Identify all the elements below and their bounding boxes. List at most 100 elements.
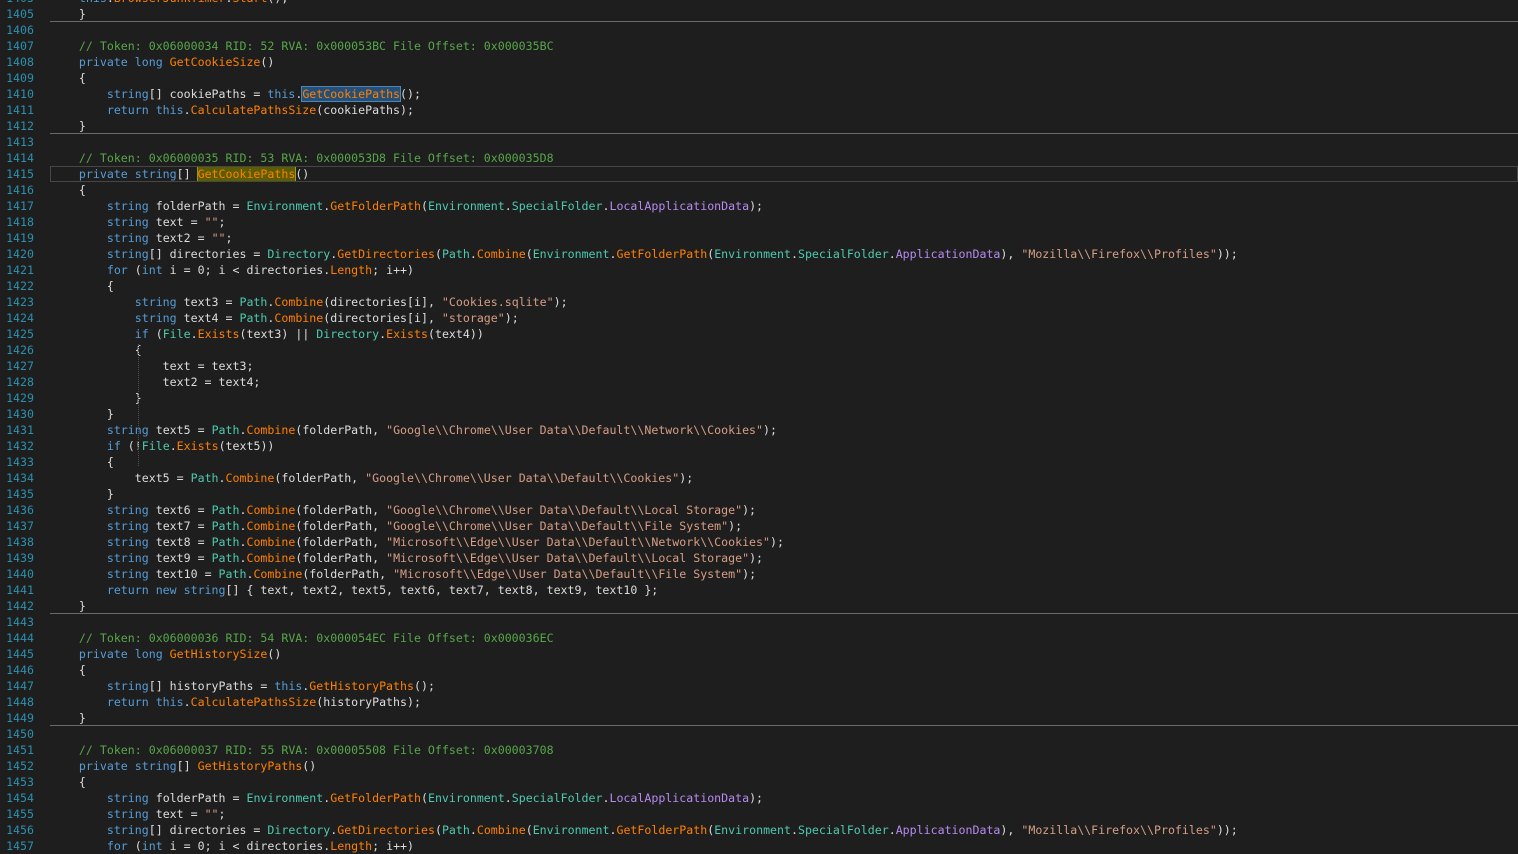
code-line[interactable]: 1412 } [0, 118, 1518, 134]
code-token: "Google\\Chrome\\User Data\\Default\\Loc… [386, 503, 743, 517]
line-number: 1456 [6, 823, 34, 837]
code-token: text7 = [148, 519, 212, 533]
code-text: private string[] GetCookiePaths() [51, 166, 309, 182]
code-line[interactable]: 1410 string[] cookiePaths = this.GetCook… [0, 86, 1518, 102]
code-text: string text10 = Path.Combine(folderPath,… [51, 566, 756, 582]
code-line[interactable]: 1423 string text3 = Path.Combine(directo… [0, 294, 1518, 310]
code-line[interactable]: 1419 string text2 = ""; [0, 230, 1518, 246]
code-line[interactable]: 1405 } [0, 6, 1518, 22]
code-editor[interactable]: 1405 this.BrowserJunkTimer.Start();1405 … [0, 0, 1518, 854]
code-token: "Google\\Chrome\\User Data\\Default\\Net… [386, 423, 764, 437]
code-line[interactable]: 1454 string folderPath = Environment. Get… [0, 790, 1518, 806]
line-number: 1449 [6, 711, 34, 725]
code-line[interactable]: 1443 [0, 614, 1518, 630]
code-token: Directory [267, 823, 331, 837]
code-line[interactable]: 1414 // Token: 0x06000035 RID: 53 RVA: 0… [0, 150, 1518, 166]
code-text: { [51, 454, 114, 470]
code-line[interactable]: 1453 { [0, 774, 1518, 790]
line-number: 1405 [6, 7, 34, 21]
code-token: string [51, 519, 149, 533]
code-token: SpecialFolder [797, 247, 889, 261]
code-line[interactable]: 1451 // Token: 0x06000037 RID: 55 RVA: 0… [0, 742, 1518, 758]
code-line[interactable]: 1444 // Token: 0x06000036 RID: 54 RVA: 0… [0, 630, 1518, 646]
line-number: 1433 [6, 455, 34, 469]
code-line[interactable]: 1435 } [0, 486, 1518, 502]
code-line[interactable]: 1417 string folderPath = Environment. Get… [0, 198, 1518, 214]
line-number: 1430 [6, 407, 34, 421]
code-line[interactable]: 1418 string text = ""; [0, 214, 1518, 230]
code-token: (folderPath, [302, 567, 394, 581]
code-token: string [51, 423, 149, 437]
code-token: return new string [51, 583, 226, 597]
code-line[interactable]: 1416 { [0, 182, 1518, 198]
line-number: 1436 [6, 503, 34, 517]
code-token: i = 0; i < directories. [162, 839, 331, 853]
code-line[interactable]: 1433 { [0, 454, 1518, 470]
code-token: private string [51, 759, 177, 773]
code-line[interactable]: 1447 string[] historyPaths = this.GetHis… [0, 678, 1518, 694]
code-line[interactable]: 1442 } [0, 598, 1518, 614]
code-line[interactable]: 1429 } [0, 390, 1518, 406]
code-token: CalculatePathsSize [190, 695, 317, 709]
code-line[interactable]: 1452 private string[] GetHistoryPaths() [0, 758, 1518, 774]
code-token: ( [420, 791, 428, 805]
code-line[interactable]: 1441 return new string[] { text, text2, … [0, 582, 1518, 598]
line-number: 1448 [6, 695, 34, 709]
code-line[interactable]: 1413 [0, 134, 1518, 150]
code-line[interactable]: 1407 // Token: 0x06000034 RID: 52 RVA: 0… [0, 38, 1518, 54]
code-line[interactable]: 1415 private string[] GetCookiePaths() [0, 166, 1518, 182]
code-line[interactable]: 1406 [0, 22, 1518, 38]
code-token: GetDirectories [337, 823, 435, 837]
code-token: . [790, 247, 798, 261]
code-token: Combine [246, 503, 296, 517]
code-line[interactable]: 1445 private long GetHistorySize() [0, 646, 1518, 662]
code-token: Combine [274, 311, 324, 325]
code-line[interactable]: 1428 text2 = text4; [0, 374, 1518, 390]
code-line[interactable]: 1425 if (File.Exists(text3) || Directory… [0, 326, 1518, 342]
code-token: string [51, 567, 149, 581]
code-token: ), [1000, 823, 1022, 837]
code-line[interactable]: 1432 if (!File.Exists(text5)) [0, 438, 1518, 454]
code-line[interactable]: 1446 { [0, 662, 1518, 678]
code-line[interactable]: 1409 { [0, 70, 1518, 86]
code-line[interactable]: 1420 string[] directories = Directory. Ge… [0, 246, 1518, 262]
code-line[interactable]: 1430 } [0, 406, 1518, 422]
code-token: LocalApplicationData [609, 791, 750, 805]
code-token: Exists [197, 327, 240, 341]
code-line[interactable]: 1411 return this.CalculatePathsSize(cook… [0, 102, 1518, 118]
code-token: . [790, 823, 798, 837]
code-token: return this [51, 103, 184, 117]
code-token: Path [239, 311, 268, 325]
code-line[interactable]: 1457 for (int i = 0; i < directories.Len… [0, 838, 1518, 854]
code-line[interactable]: 1437 string text7 = Path.Combine(folderP… [0, 518, 1518, 534]
code-line[interactable]: 1431 string text5 = Path.Combine(folderP… [0, 422, 1518, 438]
code-line[interactable]: 1436 string text6 = Path.Combine(folderP… [0, 502, 1518, 518]
code-line[interactable]: 1455 string text = ""; [0, 806, 1518, 822]
code-token: } [51, 487, 114, 501]
code-line[interactable]: 1440 string text10 = Path.Combine(folder… [0, 566, 1518, 582]
code-line[interactable]: 1424 string text4 = Path.Combine(directo… [0, 310, 1518, 326]
code-line[interactable]: 1422 { [0, 278, 1518, 294]
code-line[interactable]: 1439 string text9 = Path.Combine(folderP… [0, 550, 1518, 566]
line-number: 1455 [6, 807, 34, 821]
code-line[interactable]: 1421 for (int i = 0; i < directories.Len… [0, 262, 1518, 278]
code-line[interactable]: 1438 string text8 = Path.Combine(folderP… [0, 534, 1518, 550]
code-token: . [190, 327, 198, 341]
code-line[interactable]: 1448 return this.CalculatePathsSize(hist… [0, 694, 1518, 710]
line-number: 1427 [6, 359, 34, 373]
code-line[interactable]: 1456 string[] directories = Directory.Ge… [0, 822, 1518, 838]
code-line[interactable]: 1434 text5 = Path.Combine(folderPath, "G… [0, 470, 1518, 486]
code-text: string text8 = Path.Combine(folderPath, … [51, 534, 784, 550]
code-token: . [469, 823, 477, 837]
code-line[interactable]: 1408 private long GetCookieSize() [0, 54, 1518, 70]
indent-guide [138, 344, 139, 466]
code-token: . [183, 695, 191, 709]
line-number: 1445 [6, 647, 34, 661]
code-line[interactable]: 1427 text = text3; [0, 358, 1518, 374]
code-token: ApplicationData [895, 247, 1001, 261]
code-line[interactable]: 1449 } [0, 710, 1518, 726]
code-line[interactable]: 1450 [0, 726, 1518, 742]
code-line[interactable]: 1426 { [0, 342, 1518, 358]
code-token: string [51, 231, 149, 245]
line-number: 1439 [6, 551, 34, 565]
